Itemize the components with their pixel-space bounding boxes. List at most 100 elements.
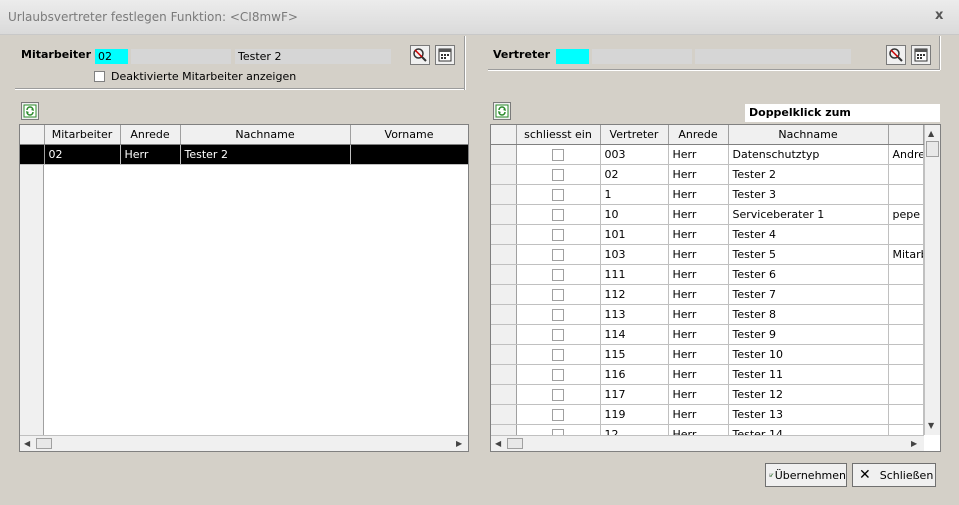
column-header[interactable] [888,125,924,145]
cell-anrede[interactable]: Herr [668,404,729,425]
vertreter-calendar-button[interactable] [911,45,931,65]
cell-vertreter[interactable]: 111 [600,264,669,285]
mitarbeiter-calendar-button[interactable] [435,45,455,65]
cell-schliesst-ein[interactable] [516,244,601,265]
cell-schliesst-ein[interactable] [516,264,601,285]
cell-anrede[interactable]: Herr [668,384,729,405]
cell-schliesst-ein[interactable] [516,324,601,345]
cell-extra[interactable] [888,324,924,345]
cell-anrede[interactable]: Herr [668,284,729,305]
cell-vertreter[interactable]: 1 [600,184,669,205]
left-refresh-button[interactable] [21,102,39,120]
column-header[interactable]: Nachname [728,125,889,145]
cell-vertreter[interactable]: 10 [600,204,669,225]
scroll-left-icon[interactable]: ◀ [495,439,501,448]
cell-anrede[interactable]: Herr [668,264,729,285]
cell-schliesst-ein[interactable] [516,384,601,405]
cell-anrede[interactable]: Herr [668,304,729,325]
cell-nachname[interactable]: Tester 4 [728,224,889,245]
row-selector[interactable] [491,304,517,325]
close-icon[interactable]: x [935,8,943,23]
cell-anrede[interactable]: Herr [668,324,729,345]
row-selector[interactable] [491,344,517,365]
cell-nachname[interactable]: Tester 5 [728,244,889,265]
cell-nachname[interactable]: Tester 12 [728,384,889,405]
cell-anrede[interactable]: Herr [668,244,729,265]
row-selector[interactable] [491,144,517,165]
cell-nachname[interactable]: Tester 8 [728,304,889,325]
cell-extra[interactable] [888,224,924,245]
cell-anrede[interactable]: Herr [668,344,729,365]
cell-nachname[interactable]: Tester 2 [180,144,351,165]
table-row[interactable]: 114 Herr Tester 9 [491,324,924,345]
cell-vertreter[interactable]: 115 [600,344,669,365]
right-refresh-button[interactable] [493,102,511,120]
schliesst-ein-checkbox[interactable] [552,169,564,181]
schliesst-ein-checkbox[interactable] [552,289,564,301]
schliesst-ein-checkbox[interactable] [552,229,564,241]
schliesst-ein-checkbox[interactable] [552,209,564,221]
column-header[interactable]: Anrede [668,125,729,145]
schliesst-ein-checkbox[interactable] [552,349,564,361]
table-row[interactable]: 10 Herr Serviceberater 1 pepe [491,204,924,225]
row-selector[interactable] [491,184,517,205]
cell-anrede[interactable]: Herr [668,364,729,385]
table-row[interactable]: 101 Herr Tester 4 [491,224,924,245]
row-selector[interactable] [491,244,517,265]
cell-vertreter[interactable]: 101 [600,224,669,245]
row-selector[interactable] [20,144,45,165]
scroll-right-icon[interactable]: ▶ [456,439,462,448]
scroll-thumb[interactable] [507,438,523,449]
deaktivierte-checkbox[interactable] [94,71,105,82]
cell-extra[interactable] [888,184,924,205]
cell-mitarbeiter[interactable]: 02 [44,144,121,165]
cell-extra[interactable] [888,284,924,305]
row-selector[interactable] [491,204,517,225]
cell-vertreter[interactable]: 119 [600,404,669,425]
schliesst-ein-checkbox[interactable] [552,269,564,281]
cell-schliesst-ein[interactable] [516,364,601,385]
table-row[interactable]: 117 Herr Tester 12 [491,384,924,405]
schliesst-ein-checkbox[interactable] [552,409,564,421]
table-row[interactable]: 115 Herr Tester 10 [491,344,924,365]
cell-nachname[interactable]: Tester 13 [728,404,889,425]
table-row[interactable]: 116 Herr Tester 11 [491,364,924,385]
cell-extra[interactable] [888,384,924,405]
cell-schliesst-ein[interactable] [516,404,601,425]
column-header[interactable]: Vertreter [600,125,669,145]
cell-vertreter[interactable]: 117 [600,384,669,405]
row-selector[interactable] [491,324,517,345]
cell-vertreter[interactable]: 113 [600,304,669,325]
row-selector[interactable] [491,384,517,405]
cell-anrede[interactable]: Herr [668,204,729,225]
table-row[interactable]: 02 Herr Tester 2 [491,164,924,185]
cell-schliesst-ein[interactable] [516,164,601,185]
cell-vorname[interactable] [350,144,468,165]
cell-vertreter[interactable]: 02 [600,164,669,185]
cell-extra[interactable] [888,304,924,325]
cell-extra[interactable] [888,364,924,385]
row-selector[interactable] [491,284,517,305]
cell-vertreter[interactable]: 003 [600,144,669,165]
cell-extra[interactable] [888,264,924,285]
schliesst-ein-checkbox[interactable] [552,249,564,261]
scroll-right-icon[interactable]: ▶ [911,439,917,448]
schliesst-ein-checkbox[interactable] [552,329,564,341]
cell-schliesst-ein[interactable] [516,224,601,245]
table-row[interactable]: 112 Herr Tester 7 [491,284,924,305]
cell-nachname[interactable]: Tester 10 [728,344,889,365]
cell-anrede[interactable]: Herr [668,184,729,205]
table-row[interactable]: 1 Herr Tester 3 [491,184,924,205]
schliesst-ein-checkbox[interactable] [552,309,564,321]
left-horizontal-scrollbar[interactable]: ◀ ▶ [20,435,468,451]
cell-vertreter[interactable]: 112 [600,284,669,305]
schliessen-button[interactable]: ✕ Schließen [852,463,936,487]
mitarbeiter-search-button[interactable] [410,45,430,65]
column-header[interactable]: Nachname [180,125,351,145]
uebernehmen-button[interactable]: Übernehmen [765,463,847,487]
cell-schliesst-ein[interactable] [516,204,601,225]
column-header[interactable]: schliesst ein [516,125,601,145]
row-selector[interactable] [491,404,517,425]
table-row[interactable]: 003 Herr Datenschutztyp Andre [491,144,924,165]
table-row[interactable]: 113 Herr Tester 8 [491,304,924,325]
